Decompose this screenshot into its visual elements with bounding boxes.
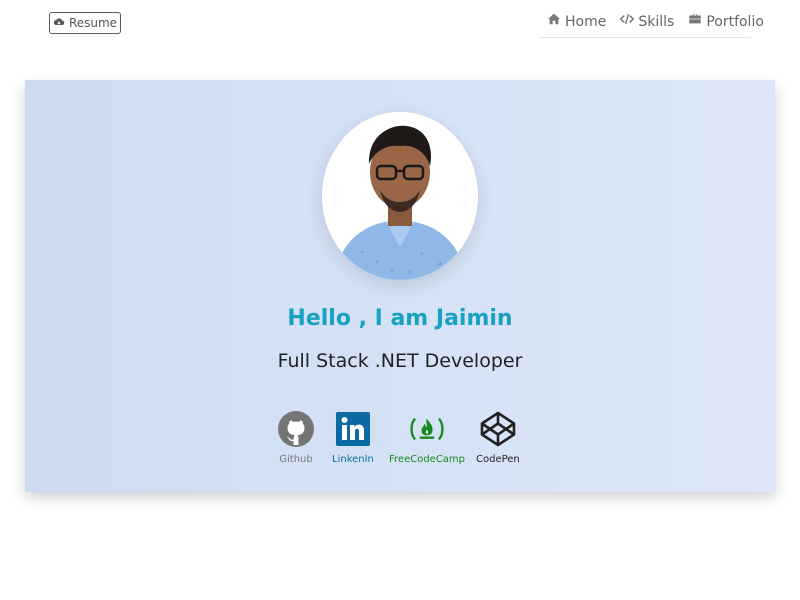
role-subtitle: Full Stack .NET Developer — [277, 350, 523, 372]
cloud-download-icon — [53, 16, 65, 31]
nav-portfolio-label: Portfolio — [706, 14, 764, 30]
codepen-label: CodePen — [476, 454, 520, 465]
avatar — [322, 112, 478, 280]
freecodecamp-label: FreeCodeCamp — [389, 454, 466, 465]
greeting-heading: Hello , I am Jaimin — [287, 306, 513, 331]
social-links: Github LinkenIn FreeCodeCamp CodePen — [275, 410, 535, 480]
resume-label: Resume — [68, 16, 118, 30]
hero-card: Hello , I am Jaimin Full Stack .NET Deve… — [25, 80, 775, 492]
page: Resume Home Skills Portfolio Hello , I a… — [0, 0, 800, 600]
linkedin-label: LinkenIn — [332, 454, 374, 465]
briefcase-icon — [688, 10, 702, 34]
social-github[interactable]: Github — [277, 410, 315, 465]
github-label: Github — [279, 454, 313, 465]
main-nav: Home Skills Portfolio — [539, 10, 764, 38]
nav-skills-label: Skills — [638, 14, 675, 30]
freecodecamp-icon — [408, 410, 446, 448]
linkedin-icon — [334, 410, 372, 448]
social-freecodecamp[interactable]: FreeCodeCamp — [389, 410, 465, 465]
resume-button[interactable]: Resume — [49, 12, 121, 34]
nav-home-label: Home — [565, 14, 607, 30]
nav-skills[interactable]: Skills — [620, 10, 674, 34]
github-icon — [277, 410, 315, 448]
nav-portfolio[interactable]: Portfolio — [688, 10, 764, 34]
social-codepen[interactable]: CodePen — [476, 410, 520, 465]
social-linkedin[interactable]: LinkenIn — [332, 410, 374, 465]
nav-home[interactable]: Home — [547, 10, 606, 34]
home-icon — [547, 10, 561, 34]
profile-photo — [322, 112, 478, 280]
codepen-icon — [479, 410, 517, 448]
code-icon — [620, 10, 635, 34]
